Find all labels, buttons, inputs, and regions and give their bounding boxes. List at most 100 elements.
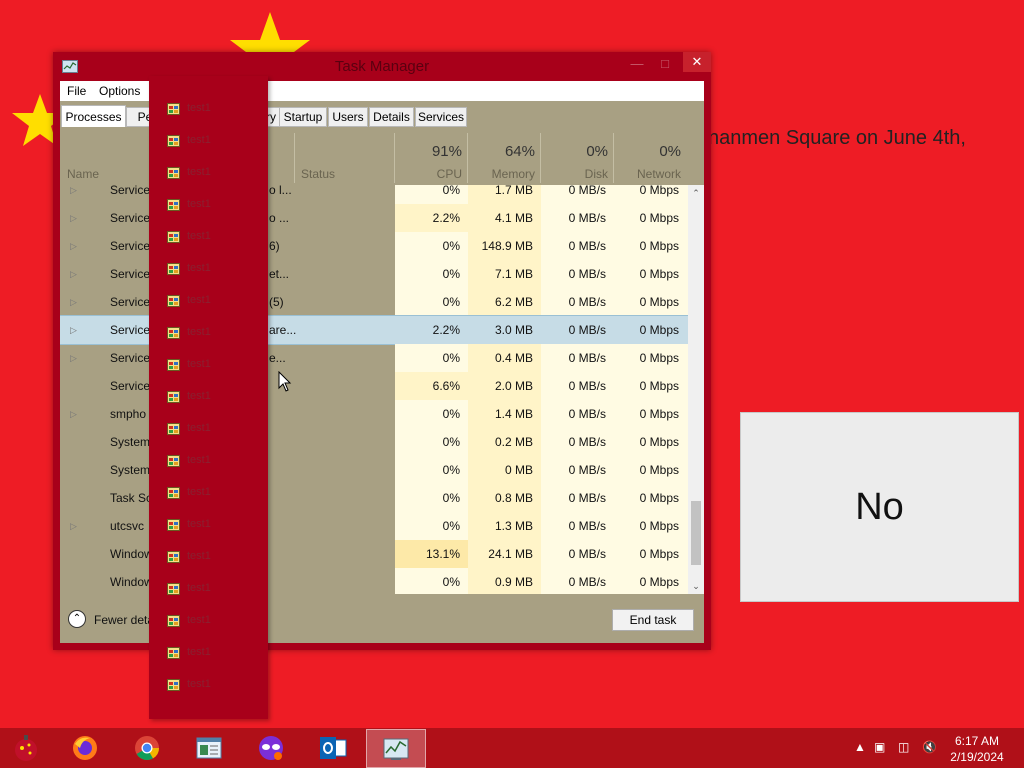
scroll-up-arrow-icon[interactable]: ⌃ <box>688 185 704 201</box>
memory-value: 24.1 MB <box>488 547 533 561</box>
popup-list-item[interactable]: test1 <box>167 483 263 503</box>
popup-list-item[interactable]: test1 <box>167 387 263 407</box>
taskbar-firefox[interactable] <box>56 729 114 766</box>
network-value: 0 Mbps <box>639 351 679 365</box>
tab-processes[interactable]: Processes <box>61 105 126 127</box>
tab-details[interactable]: Details <box>369 107 414 127</box>
expand-arrow-icon[interactable]: ▷ <box>70 204 77 232</box>
popup-list-item[interactable]: test1 <box>167 355 263 375</box>
scroll-down-arrow-icon[interactable]: ⌄ <box>688 578 704 594</box>
expand-arrow-icon[interactable]: ▷ <box>70 316 77 344</box>
tab-startup[interactable]: Startup <box>279 107 327 127</box>
clock-time[interactable]: 6:17 AM <box>932 734 1022 748</box>
cpu-value: 0% <box>442 407 460 421</box>
popup-list-item[interactable]: test1 <box>167 547 263 567</box>
app-window-icon <box>167 103 180 115</box>
taskbar-chrome[interactable] <box>118 729 176 766</box>
tab-users[interactable]: Users <box>328 107 368 127</box>
start-button-icon[interactable] <box>8 731 44 765</box>
cpu-value: 6.6% <box>432 379 460 393</box>
clock-date[interactable]: 2/19/2024 <box>932 750 1022 764</box>
process-name: Window <box>110 575 153 589</box>
popup-list-item[interactable]: test1 <box>167 195 263 215</box>
memory-value: 1.4 MB <box>494 407 533 421</box>
popup-item-label: test1 <box>187 678 211 690</box>
scroll-thumb[interactable] <box>691 501 701 565</box>
maximize-button[interactable]: □ <box>651 52 679 74</box>
network-value: 0 Mbps <box>639 519 679 533</box>
taskbar-notepad[interactable] <box>180 729 238 766</box>
disk-value: 0 MB/s <box>568 547 606 561</box>
popup-list-item[interactable]: test1 <box>167 675 263 695</box>
expand-arrow-icon[interactable]: ▷ <box>70 512 77 540</box>
memory-value: 0.8 MB <box>494 491 533 505</box>
vertical-scrollbar[interactable]: ⌃ ⌄ <box>688 185 704 594</box>
disk-value: 0 MB/s <box>568 575 606 589</box>
taskbar-privacy-app[interactable] <box>242 729 300 766</box>
column-status[interactable]: Status <box>301 167 335 181</box>
popup-list-item[interactable]: test1 <box>167 579 263 599</box>
column-divider <box>467 133 468 183</box>
process-name: System <box>110 463 151 477</box>
network-value: 0 Mbps <box>639 185 679 197</box>
column-network[interactable]: Network <box>615 167 681 181</box>
popup-item-label: test1 <box>187 550 211 562</box>
no-button[interactable]: No <box>740 412 1019 602</box>
show-hidden-icons-chevron-icon[interactable]: ▲ <box>854 740 866 754</box>
column-divider <box>394 133 395 183</box>
popup-list-item[interactable]: test1 <box>167 99 263 119</box>
popup-item-label: test1 <box>187 166 211 178</box>
popup-list-item[interactable]: test1 <box>167 131 263 151</box>
column-memory[interactable]: Memory <box>469 167 535 181</box>
column-disk[interactable]: Disk <box>542 167 608 181</box>
process-name-suffix: e... <box>269 351 286 365</box>
expand-arrow-icon[interactable]: ▷ <box>70 344 77 372</box>
popup-item-label: test1 <box>187 262 211 274</box>
minimize-button[interactable]: — <box>623 52 651 74</box>
menu-options[interactable]: Options <box>99 84 140 98</box>
popup-list-item[interactable]: test1 <box>167 163 263 183</box>
popup-list-item[interactable]: test1 <box>167 451 263 471</box>
column-cpu[interactable]: CPU <box>396 167 462 181</box>
process-name: Window <box>110 547 153 561</box>
taskbar-task-manager[interactable] <box>366 729 426 768</box>
app-window-icon <box>167 167 180 179</box>
process-name: Service <box>110 323 151 337</box>
fewer-details-link[interactable]: Fewer deta <box>94 613 154 627</box>
notepad-icon <box>196 737 222 759</box>
disk-value: 0 MB/s <box>568 407 606 421</box>
popup-list-item[interactable]: test1 <box>167 227 263 247</box>
disk-value: 0 MB/s <box>568 239 606 253</box>
network-value: 0 Mbps <box>639 575 679 589</box>
popup-list-item[interactable]: test1 <box>167 515 263 535</box>
popup-list-item[interactable]: test1 <box>167 259 263 279</box>
expand-arrow-icon[interactable]: ▷ <box>70 232 77 260</box>
popup-list-item[interactable]: test1 <box>167 323 263 343</box>
process-name: Service <box>110 211 151 225</box>
expand-arrow-icon[interactable]: ▷ <box>70 288 77 316</box>
action-center-icon[interactable]: ▣ <box>874 740 885 754</box>
popup-list-item[interactable]: test1 <box>167 643 263 663</box>
end-task-button[interactable]: End task <box>612 609 694 631</box>
popup-list-item[interactable]: test1 <box>167 419 263 439</box>
mouse-cursor-icon <box>278 371 292 392</box>
popup-list-item[interactable]: test1 <box>167 611 263 631</box>
expand-arrow-icon[interactable]: ▷ <box>70 400 77 428</box>
memory-value: 1.7 MB <box>494 185 533 197</box>
popup-list-item[interactable]: test1 <box>167 291 263 311</box>
taskbar-outlook[interactable] <box>304 729 362 766</box>
cpu-percent: 91% <box>431 143 462 160</box>
expand-arrow-icon[interactable]: ▷ <box>70 260 77 288</box>
network-icon[interactable]: ◫ <box>898 740 909 754</box>
column-name[interactable]: Name <box>67 167 99 181</box>
chevron-up-icon[interactable]: ⌃ <box>68 610 86 628</box>
close-button[interactable]: ✕ <box>683 52 711 72</box>
menu-file[interactable]: File <box>67 84 86 98</box>
disk-value: 0 MB/s <box>568 267 606 281</box>
tab-services[interactable]: Services <box>415 107 467 127</box>
disk-value: 0 MB/s <box>568 379 606 393</box>
process-name: smpho <box>110 407 147 421</box>
process-name: Service <box>110 295 151 309</box>
expand-arrow-icon[interactable]: ▷ <box>70 185 77 204</box>
app-window-icon <box>167 359 180 371</box>
